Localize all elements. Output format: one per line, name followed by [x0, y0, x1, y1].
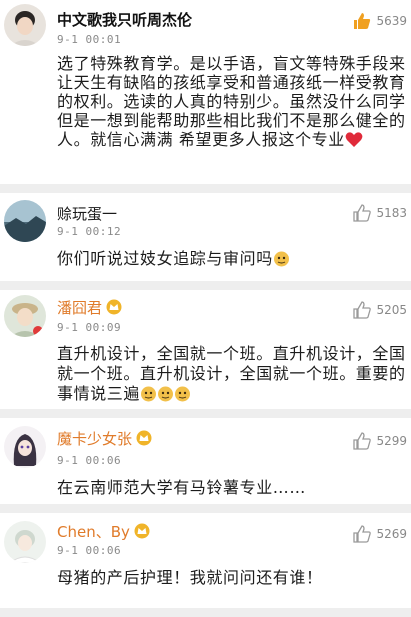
comment-text: 直升机设计，全国就一个班。直升机设计，全国就一个班。直升机设计，全国就一个班。重… [57, 344, 406, 403]
avatar[interactable] [4, 4, 46, 46]
timestamp: 9-1 00:12 [57, 225, 122, 238]
username[interactable]: 魔卡少女张 [57, 428, 152, 449]
separator [0, 281, 411, 290]
heart-emoji-icon [345, 131, 363, 148]
username[interactable]: 赊玩蛋一 [57, 203, 117, 224]
timestamp: 9-1 00:06 [57, 544, 122, 557]
comment-text: 在云南师范大学有马铃薯专业…… [57, 478, 307, 497]
avatar[interactable] [4, 295, 46, 337]
vip-crown-badge-icon [134, 523, 150, 539]
like-button[interactable]: 5183 [352, 203, 407, 223]
comment-text: 你们听说过妓女追踪与审问吗 [57, 249, 407, 268]
separator [0, 184, 411, 193]
thumbs-up-icon [352, 11, 372, 31]
comment-text: 选了特殊教育学。是以手语，盲文等特殊手段来让天生有缺陷的孩纸享受和普通孩纸一样受… [57, 54, 406, 149]
comment-text: 母猪的产后护理！我就问问还有谁！ [57, 568, 323, 587]
thumbs-up-icon [352, 300, 372, 320]
vip-crown-badge-icon [106, 299, 122, 315]
doge-emoji-icon [273, 250, 290, 267]
comment-item: 中文歌我只听周杰伦 9-1 00:01 5639 选了特殊教育学。是以手语，盲文… [0, 0, 411, 192]
thumbs-up-icon [352, 203, 372, 223]
avatar[interactable] [4, 426, 46, 468]
comment-item: 魔卡少女张 9-1 00:06 5299 在云南师范大学有马铃薯专业…… [0, 418, 411, 510]
comment-item: 赊玩蛋一 9-1 00:12 5183 你们听说过妓女追踪与审问吗 [0, 193, 411, 289]
doge-emoji-icon [157, 385, 174, 402]
like-button[interactable]: 5269 [352, 524, 407, 544]
thumbs-up-icon [352, 524, 372, 544]
separator [0, 409, 411, 418]
comment-item: Chen、By 9-1 00:06 5269 母猪的产后护理！我就问问还有谁！ [0, 513, 411, 616]
timestamp: 9-1 00:06 [57, 454, 122, 467]
like-count: 5639 [376, 14, 407, 28]
comment-feed: 中文歌我只听周杰伦 9-1 00:01 5639 选了特殊教育学。是以手语，盲文… [0, 0, 411, 617]
avatar[interactable] [4, 521, 46, 563]
timestamp: 9-1 00:01 [57, 33, 122, 46]
vip-crown-badge-icon [136, 430, 152, 446]
like-count: 5269 [376, 527, 407, 541]
username[interactable]: Chen、By [57, 521, 150, 542]
like-button[interactable]: 5205 [352, 300, 407, 320]
doge-emoji-icon [174, 385, 191, 402]
avatar[interactable] [4, 200, 46, 242]
separator [0, 504, 411, 513]
like-button[interactable]: 5299 [352, 431, 407, 451]
thumbs-up-icon [352, 431, 372, 451]
like-count: 5299 [376, 434, 407, 448]
username[interactable]: 潘囧君 [57, 297, 122, 318]
comment-item: 潘囧君 9-1 00:09 5205 直升机设计，全国就一个班。直升机设计，全国… [0, 290, 411, 417]
like-count: 5183 [376, 206, 407, 220]
doge-emoji-icon [140, 385, 157, 402]
like-button[interactable]: 5639 [352, 11, 407, 31]
like-count: 5205 [376, 303, 407, 317]
timestamp: 9-1 00:09 [57, 321, 122, 334]
username[interactable]: 中文歌我只听周杰伦 [57, 9, 192, 30]
